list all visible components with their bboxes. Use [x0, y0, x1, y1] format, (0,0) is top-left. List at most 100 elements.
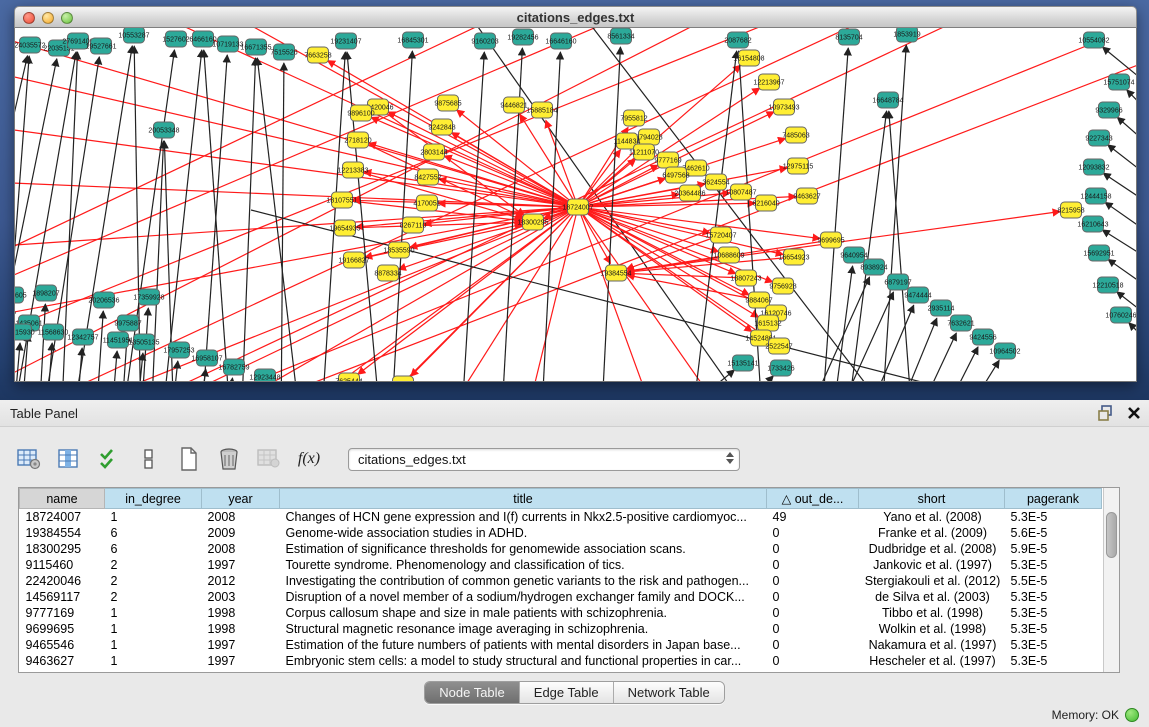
tab-network-table[interactable]: Network Table: [614, 682, 724, 703]
cell-short[interactable]: Stergiakouli et al. (2012): [859, 573, 1005, 589]
cell-out_de[interactable]: 0: [767, 557, 859, 573]
column-header-pagerank[interactable]: pagerank: [1005, 489, 1102, 509]
column-header-out_de[interactable]: △ out_de...: [767, 489, 859, 509]
cell-in_degree[interactable]: 2: [105, 573, 202, 589]
select-all-icon[interactable]: [94, 444, 124, 474]
cell-year[interactable]: 2008: [202, 541, 280, 557]
cell-pagerank[interactable]: 5.3E-5: [1005, 589, 1102, 605]
cell-out_de[interactable]: 0: [767, 605, 859, 621]
cell-year[interactable]: 2003: [202, 589, 280, 605]
cell-in_degree[interactable]: 1: [105, 637, 202, 653]
table-row[interactable]: 911546021997Tourette syndrome. Phenomeno…: [20, 557, 1102, 573]
table-row[interactable]: 977716911998Corpus callosum shape and si…: [20, 605, 1102, 621]
float-panel-icon[interactable]: [1098, 405, 1115, 421]
tab-edge-table[interactable]: Edge Table: [520, 682, 614, 703]
cell-title[interactable]: Structural magnetic resonance image aver…: [280, 621, 767, 637]
cell-pagerank[interactable]: 5.3E-5: [1005, 509, 1102, 525]
cell-out_de[interactable]: 49: [767, 509, 859, 525]
column-header-title[interactable]: title: [280, 489, 767, 509]
cell-short[interactable]: Yano et al. (2008): [859, 509, 1005, 525]
cell-pagerank[interactable]: 5.5E-5: [1005, 573, 1102, 589]
cell-name[interactable]: 22420046: [20, 573, 105, 589]
cell-title[interactable]: Disruption of a novel member of a sodium…: [280, 589, 767, 605]
cell-pagerank[interactable]: 5.3E-5: [1005, 621, 1102, 637]
new-table-icon[interactable]: [174, 444, 204, 474]
cell-out_de[interactable]: 0: [767, 621, 859, 637]
cell-year[interactable]: 2009: [202, 525, 280, 541]
cell-out_de[interactable]: 0: [767, 653, 859, 669]
network-canvas[interactable]: 1872400718300295193845542242004698961002…: [14, 28, 1137, 382]
cell-short[interactable]: Nakamura et al. (1997): [859, 637, 1005, 653]
cell-year[interactable]: 2012: [202, 573, 280, 589]
cell-in_degree[interactable]: 1: [105, 653, 202, 669]
cell-year[interactable]: 1998: [202, 621, 280, 637]
cell-title[interactable]: Changes of HCN gene expression and I(f) …: [280, 509, 767, 525]
cell-in_degree[interactable]: 2: [105, 589, 202, 605]
cell-title[interactable]: Estimation of significance thresholds fo…: [280, 541, 767, 557]
cell-short[interactable]: Hescheler et al. (1997): [859, 653, 1005, 669]
table-row[interactable]: 1456911722003Disruption of a novel membe…: [20, 589, 1102, 605]
scrollbar-thumb[interactable]: [1106, 512, 1117, 558]
cell-title[interactable]: Embryonic stem cells: a model to study s…: [280, 653, 767, 669]
cell-name[interactable]: 18724007: [20, 509, 105, 525]
cell-out_de[interactable]: 0: [767, 637, 859, 653]
row-height-icon[interactable]: [134, 444, 164, 474]
table-row[interactable]: 1938455462009Genome-wide association stu…: [20, 525, 1102, 541]
show-column-icon[interactable]: [54, 444, 84, 474]
cell-title[interactable]: Tourette syndrome. Phenomenology and cla…: [280, 557, 767, 573]
cell-year[interactable]: 1997: [202, 637, 280, 653]
close-icon[interactable]: [1127, 406, 1141, 420]
delete-rows-icon[interactable]: [214, 444, 244, 474]
cell-in_degree[interactable]: 2: [105, 557, 202, 573]
cell-name[interactable]: 14569117: [20, 589, 105, 605]
table-select-dropdown[interactable]: citations_edges.txt: [348, 448, 740, 471]
cell-name[interactable]: 9699695: [20, 621, 105, 637]
cell-out_de[interactable]: 0: [767, 525, 859, 541]
network-node[interactable]: [393, 376, 414, 382]
column-header-year[interactable]: year: [202, 489, 280, 509]
cell-name[interactable]: 18300295: [20, 541, 105, 557]
cell-in_degree[interactable]: 1: [105, 605, 202, 621]
column-header-in_degree[interactable]: in_degree: [105, 489, 202, 509]
cell-name[interactable]: 9777169: [20, 605, 105, 621]
cell-title[interactable]: Corpus callosum shape and size in male p…: [280, 605, 767, 621]
tab-node-table[interactable]: Node Table: [425, 682, 520, 703]
cell-name[interactable]: 9463627: [20, 653, 105, 669]
table-row[interactable]: 969969511998Structural magnetic resonanc…: [20, 621, 1102, 637]
cell-pagerank[interactable]: 5.3E-5: [1005, 605, 1102, 621]
cell-year[interactable]: 2008: [202, 509, 280, 525]
cell-short[interactable]: Franke et al. (2009): [859, 525, 1005, 541]
cell-title[interactable]: Genome-wide association studies in ADHD.: [280, 525, 767, 541]
cell-name[interactable]: 9465546: [20, 637, 105, 653]
cell-short[interactable]: Tibbo et al. (1998): [859, 605, 1005, 621]
cell-year[interactable]: 1998: [202, 605, 280, 621]
cell-in_degree[interactable]: 6: [105, 525, 202, 541]
cell-short[interactable]: Jankovic et al. (1997): [859, 557, 1005, 573]
cell-pagerank[interactable]: 5.6E-5: [1005, 525, 1102, 541]
cell-pagerank[interactable]: 5.3E-5: [1005, 637, 1102, 653]
table-scrollbar[interactable]: [1103, 488, 1119, 672]
cell-pagerank[interactable]: 5.3E-5: [1005, 653, 1102, 669]
cell-short[interactable]: Dudbridge et al. (2008): [859, 541, 1005, 557]
table-row[interactable]: 1830029562008Estimation of significance …: [20, 541, 1102, 557]
column-header-short[interactable]: short: [859, 489, 1005, 509]
table-row[interactable]: 2242004622012Investigating the contribut…: [20, 573, 1102, 589]
table-row[interactable]: 946554611997Estimation of the future num…: [20, 637, 1102, 653]
table-row[interactable]: 1872400712008Changes of HCN gene express…: [20, 509, 1102, 525]
column-header-name[interactable]: name: [20, 489, 105, 509]
cell-title[interactable]: Estimation of the future numbers of pati…: [280, 637, 767, 653]
cell-pagerank[interactable]: 5.9E-5: [1005, 541, 1102, 557]
cell-short[interactable]: Wolkin et al. (1998): [859, 621, 1005, 637]
cell-in_degree[interactable]: 1: [105, 621, 202, 637]
cell-year[interactable]: 1997: [202, 557, 280, 573]
cell-name[interactable]: 19384554: [20, 525, 105, 541]
cell-out_de[interactable]: 0: [767, 589, 859, 605]
cell-year[interactable]: 1997: [202, 653, 280, 669]
cell-in_degree[interactable]: 1: [105, 509, 202, 525]
memory-status-icon[interactable]: [1125, 708, 1139, 722]
cell-in_degree[interactable]: 6: [105, 541, 202, 557]
cell-short[interactable]: de Silva et al. (2003): [859, 589, 1005, 605]
table-options-icon[interactable]: [14, 444, 44, 474]
cell-out_de[interactable]: 0: [767, 573, 859, 589]
network-window-titlebar[interactable]: citations_edges.txt: [14, 6, 1137, 28]
